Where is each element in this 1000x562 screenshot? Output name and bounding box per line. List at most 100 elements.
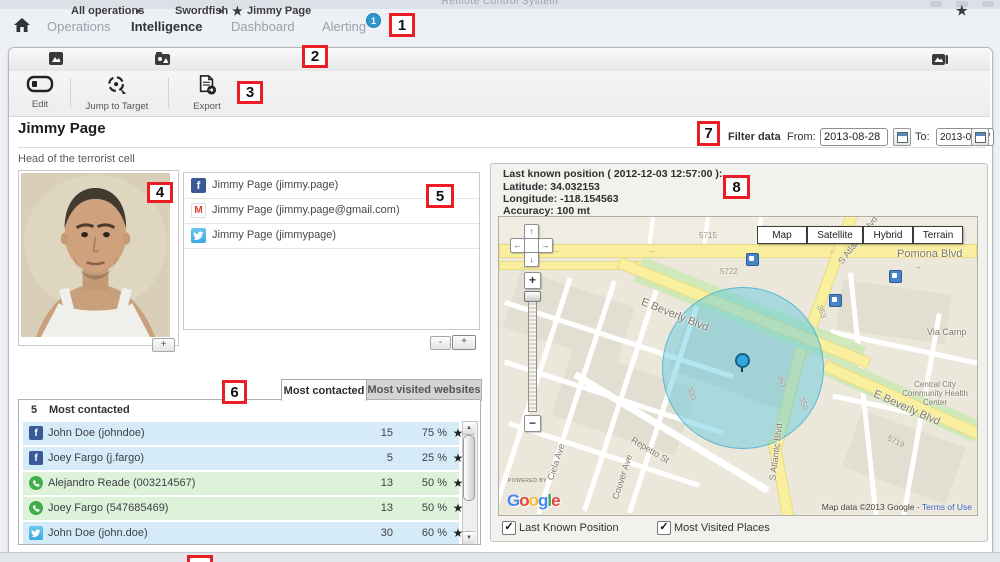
- edit-button[interactable]: Edit: [18, 75, 62, 110]
- bottom-bar: [0, 552, 1000, 562]
- annotation-5: 5: [426, 184, 454, 208]
- gallery-icon[interactable]: [932, 52, 948, 65]
- breadcrumb-all-operations[interactable]: All operations: [71, 5, 144, 17]
- annotation-1: 1: [389, 13, 415, 37]
- road-arrow-icon: ←: [649, 246, 657, 255]
- tab-most-visited-websites[interactable]: Most visited websites: [366, 379, 482, 401]
- table-scrollbar[interactable]: ▲ ▼: [462, 421, 478, 545]
- street-label: Ciela Ave: [545, 442, 566, 481]
- table-row[interactable]: Alejandro Reade (003214567) 13 50 % ★: [23, 472, 459, 495]
- tab-most-contacted[interactable]: Most contacted: [281, 379, 367, 401]
- transit-stop-icon[interactable]: [829, 294, 842, 307]
- position-pin-icon[interactable]: [735, 353, 750, 368]
- longitude-value: Longitude: -118.154563: [503, 193, 619, 205]
- transit-stop-icon[interactable]: [746, 253, 759, 266]
- pan-right-button[interactable]: →: [538, 238, 553, 253]
- scroll-down-icon[interactable]: ▼: [463, 531, 475, 544]
- latitude-value: Latitude: 34.032153: [503, 181, 600, 193]
- map-panel: Last known position ( 2012-12-03 12:57:0…: [490, 163, 988, 542]
- filter-to-label: To:: [915, 131, 930, 143]
- annotation-8: 8: [723, 175, 750, 199]
- transit-stop-icon[interactable]: [889, 270, 902, 283]
- facebook-icon: f: [29, 426, 43, 440]
- filter-label: Filter data: [728, 131, 781, 143]
- map-attribution: Map data ©2013 Google - Terms of Use: [822, 502, 972, 512]
- filter-from-label: From:: [787, 131, 816, 143]
- main-nav: Operations Intelligence Dashboard Alerti…: [0, 9, 1000, 43]
- table-header-count: 5: [31, 404, 37, 416]
- annotation-3: 3: [237, 81, 263, 104]
- map-type-hybrid-button[interactable]: Hybrid: [863, 226, 913, 244]
- to-calendar-button[interactable]: [971, 128, 989, 146]
- toolbar-separator: [70, 78, 71, 108]
- jump-to-target-button[interactable]: Jump to Target: [82, 75, 152, 112]
- jump-to-target-icon: [104, 75, 130, 95]
- favorite-star-icon[interactable]: ★: [956, 3, 968, 19]
- map-type-map-button[interactable]: Map: [757, 226, 807, 244]
- toolbar: [9, 71, 990, 117]
- zoom-slider-track[interactable]: [528, 294, 537, 412]
- breadcrumb-caret-icon: ▶: [136, 7, 141, 15]
- phone-icon: [29, 476, 43, 490]
- road-arrow-icon: ←: [554, 246, 562, 255]
- parcel-number: 5722: [720, 267, 738, 276]
- accuracy-circle: [662, 287, 824, 449]
- nav-tab-operations[interactable]: Operations: [47, 19, 111, 34]
- table-row[interactable]: John Doe (john.doe) 30 60 % ★: [23, 522, 459, 545]
- annotation-4: 4: [147, 182, 173, 203]
- gmail-icon: M: [191, 203, 206, 218]
- table-row[interactable]: Joey Fargo (547685469) 13 50 % ★: [23, 497, 459, 520]
- window-title: Remote Control System: [0, 0, 1000, 7]
- nav-tab-alerting[interactable]: Alerting: [322, 19, 366, 34]
- target-star-icon: ★: [232, 4, 243, 18]
- nav-tab-intelligence[interactable]: Intelligence: [131, 19, 203, 34]
- last-known-position-checkbox[interactable]: ✓: [502, 521, 516, 535]
- pan-down-button[interactable]: ↓: [524, 252, 539, 267]
- add-photo-button[interactable]: +: [152, 338, 175, 352]
- home-icon[interactable]: [14, 18, 30, 33]
- annotation-2: 2: [302, 45, 328, 68]
- target-role: Head of the terrorist cell: [18, 153, 135, 165]
- remove-account-button[interactable]: -: [430, 336, 451, 350]
- street-label: Pomona Blvd: [897, 248, 962, 260]
- window-titlebar: Remote Control System: [0, 0, 1000, 9]
- map-type-satellite-button[interactable]: Satellite: [807, 226, 863, 244]
- export-button[interactable]: Export: [186, 75, 228, 112]
- nav-tab-dashboard[interactable]: Dashboard: [231, 19, 295, 34]
- window-minimize-button[interactable]: [930, 1, 942, 7]
- account-row-twitter[interactable]: Jimmy Page (jimmypage): [184, 223, 479, 249]
- filter-from-input[interactable]: [820, 128, 888, 146]
- annotation-6: 6: [222, 380, 247, 404]
- from-calendar-button[interactable]: [893, 128, 911, 146]
- app-screen: Remote Control System Operations Intelli…: [0, 0, 1000, 562]
- pan-center-button[interactable]: [524, 238, 539, 253]
- pan-up-button[interactable]: ↑: [524, 224, 539, 239]
- page-title: Jimmy Page: [18, 120, 106, 137]
- table-row[interactable]: f Joey Fargo (j.fargo) 5 25 % ★: [23, 447, 459, 470]
- window-close-button[interactable]: [982, 1, 994, 7]
- terms-of-use-link[interactable]: Terms of Use: [922, 502, 972, 512]
- road-arrow-icon: →: [914, 262, 922, 271]
- breadcrumb-caret-icon: ▶: [219, 7, 224, 15]
- pan-left-button[interactable]: ←: [510, 238, 525, 253]
- phone-icon: [29, 501, 43, 515]
- most-visited-places-checkbox[interactable]: ✓: [657, 521, 671, 535]
- scrollbar-thumb[interactable]: [463, 435, 475, 501]
- map-type-terrain-button[interactable]: Terrain: [913, 226, 963, 244]
- all-operations-icon: [49, 52, 63, 65]
- table-row[interactable]: f John Doe (johndoe) 15 75 % ★: [23, 422, 459, 445]
- map-viewport[interactable]: ← ← → ← → Pomona Blvd S Atlantic Blvd S …: [498, 216, 978, 516]
- alerting-badge: 1: [366, 13, 381, 28]
- table-header-title: Most contacted: [49, 404, 130, 416]
- zoom-in-button[interactable]: +: [524, 272, 541, 289]
- most-contacted-table: 5 Most contacted f John Doe (johndoe) 15…: [18, 399, 481, 545]
- last-known-position-label: Last Known Position: [519, 522, 619, 534]
- calendar-icon: [897, 132, 908, 143]
- zoom-out-button[interactable]: −: [524, 415, 541, 432]
- scroll-up-icon[interactable]: ▲: [463, 422, 475, 435]
- zoom-slider-thumb[interactable]: [524, 291, 541, 302]
- google-logo[interactable]: Google: [507, 491, 560, 511]
- add-account-button[interactable]: +: [452, 335, 476, 350]
- facebook-icon: f: [29, 451, 43, 465]
- breadcrumb-target[interactable]: Jimmy Page: [247, 5, 311, 17]
